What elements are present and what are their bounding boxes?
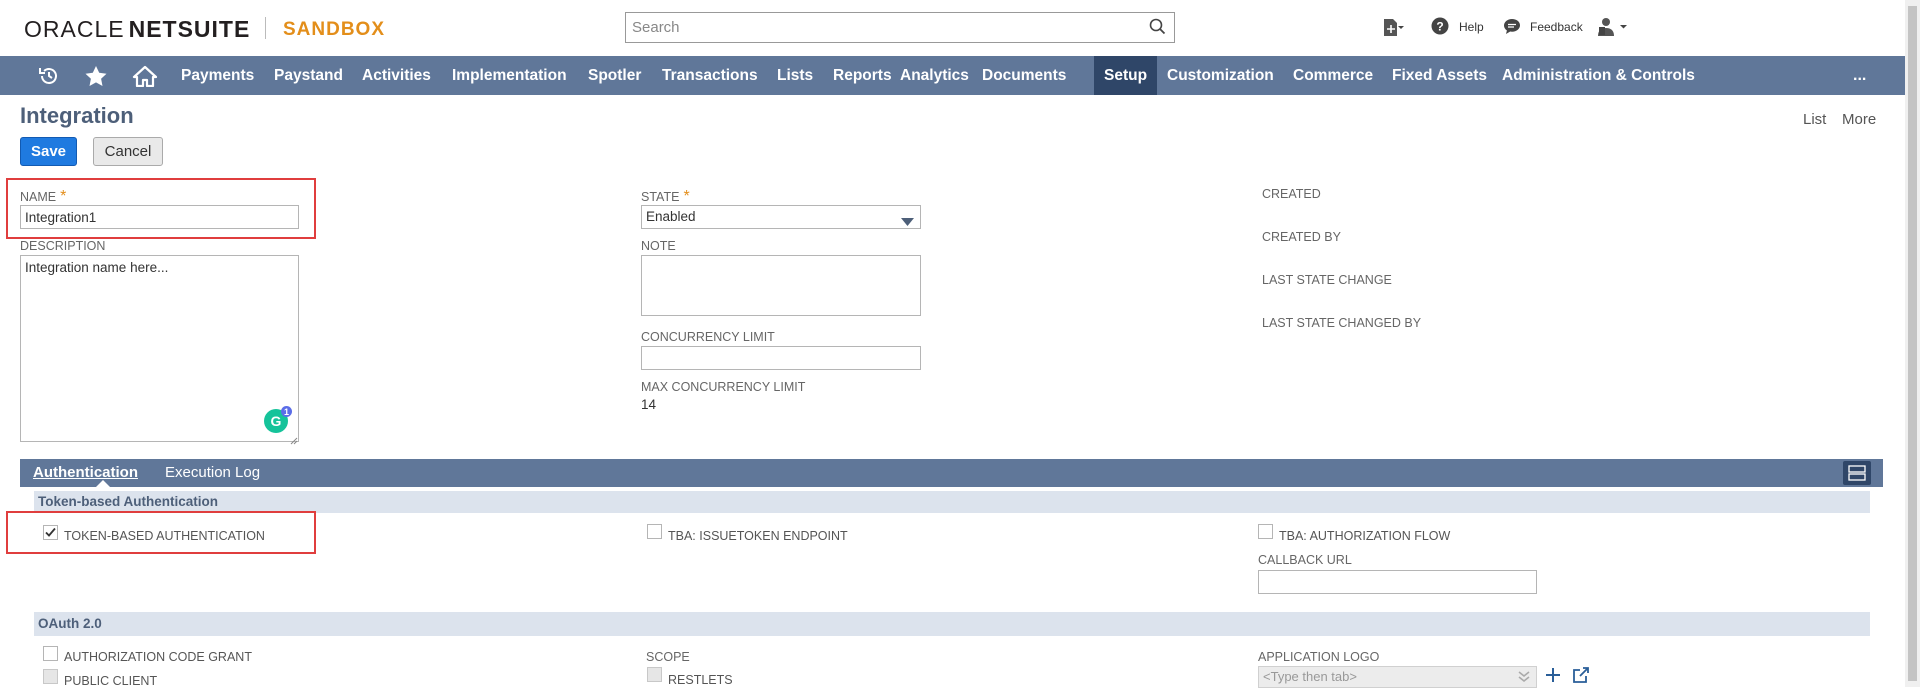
nav-item-lists[interactable]: Lists (767, 56, 823, 95)
tab-execution-log[interactable]: Execution Log (165, 464, 260, 481)
netsuite-logo[interactable]: ORACLE NETSUITE (24, 16, 250, 43)
tba-authorization-flow-label: TBA: AUTHORIZATION FLOW (1279, 529, 1451, 543)
double-chevron-down-icon[interactable] (1518, 670, 1530, 687)
svg-text:G: G (271, 413, 282, 429)
logo-divider (265, 17, 266, 39)
save-button[interactable]: Save (20, 137, 77, 166)
nav-more-button[interactable]: ... (1843, 56, 1876, 95)
nav-item-paystand[interactable]: Paystand (264, 56, 353, 95)
scope-label: SCOPE (646, 650, 690, 664)
authorization-code-grant-label: AUTHORIZATION CODE GRANT (64, 650, 252, 664)
restlets-label: RESTLETS (668, 673, 733, 687)
required-marker: * (683, 188, 690, 205)
name-label-text: NAME (20, 190, 57, 204)
nav-item-commerce[interactable]: Commerce (1283, 56, 1383, 95)
nav-item-payments[interactable]: Payments (171, 56, 264, 95)
concurrency-limit-label: CONCURRENCY LIMIT (641, 330, 775, 344)
top-header: ORACLENETSUITE SANDBOX ? Help Feedback (0, 0, 1920, 56)
help-link[interactable]: Help (1459, 20, 1484, 34)
home-icon[interactable] (132, 65, 158, 92)
active-tab-indicator (96, 480, 110, 487)
nav-item-implementation[interactable]: Implementation (442, 56, 577, 95)
nav-item-documents[interactable]: Documents (972, 56, 1076, 95)
recent-history-icon[interactable] (38, 65, 60, 92)
search-input[interactable] (626, 13, 1126, 41)
more-link[interactable]: More (1842, 111, 1876, 128)
nav-item-customization[interactable]: Customization (1157, 56, 1284, 95)
tba-authorization-flow-checkbox[interactable] (1258, 524, 1273, 539)
nav-item-analytics[interactable]: Analytics (890, 56, 979, 95)
description-text: Integration name here... (25, 260, 169, 275)
user-roles-icon[interactable] (1595, 16, 1629, 43)
feedback-link[interactable]: Feedback (1530, 20, 1583, 34)
note-textarea[interactable] (641, 255, 921, 316)
grammarly-badge-count: 1 (284, 407, 289, 417)
subtab-bar: Authentication Execution Log (20, 459, 1883, 487)
vertical-scrollbar[interactable] (1905, 0, 1920, 687)
list-link[interactable]: List (1803, 111, 1826, 128)
tba-checkbox[interactable] (43, 525, 58, 540)
layout-toggle-icon[interactable] (1843, 461, 1871, 490)
created-label: CREATED (1262, 187, 1321, 201)
callback-url-label: CALLBACK URL (1258, 553, 1352, 567)
grammarly-icon[interactable]: G1 (263, 406, 293, 439)
restlets-checkbox[interactable] (647, 667, 662, 682)
logo-oracle-text: ORACLE (24, 16, 125, 42)
logo-netsuite-text: NETSUITE (128, 16, 251, 42)
page-title: Integration (20, 103, 134, 128)
global-search[interactable] (625, 12, 1175, 43)
tba-issuetoken-label: TBA: ISSUETOKEN ENDPOINT (668, 529, 848, 543)
authorization-code-grant-checkbox[interactable] (43, 646, 58, 661)
last-state-changed-by-label: LAST STATE CHANGED BY (1262, 316, 1422, 330)
max-concurrency-limit-label: MAX CONCURRENCY LIMIT (641, 380, 806, 394)
cancel-button[interactable]: Cancel (93, 137, 163, 166)
description-label: DESCRIPTION (20, 239, 106, 253)
recent-records-icon[interactable] (1381, 17, 1405, 44)
nav-item-fixed-assets[interactable]: Fixed Assets (1382, 56, 1497, 95)
state-select[interactable]: Enabled (641, 205, 921, 229)
oauth-section-header: OAuth 2.0 (34, 612, 1870, 636)
name-label: NAME * (20, 188, 66, 206)
environment-label: SANDBOX (283, 19, 386, 40)
max-concurrency-limit-value: 14 (641, 397, 657, 412)
note-label: NOTE (641, 239, 676, 253)
resize-handle-icon[interactable] (290, 432, 298, 450)
callback-url-input[interactable] (1258, 570, 1537, 594)
nav-item-setup[interactable]: Setup (1094, 56, 1158, 95)
tba-section-header: Token-based Authentication (34, 491, 1870, 513)
tba-checkbox-label: TOKEN-BASED AUTHENTICATION (64, 529, 265, 543)
application-logo-label: APPLICATION LOGO (1258, 650, 1380, 664)
main-navigation: Payments Paystand Activities Implementation… (0, 56, 1905, 95)
tba-issuetoken-checkbox[interactable] (647, 524, 662, 539)
name-input[interactable] (20, 205, 299, 229)
nav-item-activities[interactable]: Activities (352, 56, 441, 95)
created-by-label: CREATED BY (1262, 230, 1341, 244)
open-external-icon[interactable] (1572, 666, 1590, 689)
nav-item-transactions[interactable]: Transactions (652, 56, 768, 95)
public-client-label: PUBLIC CLIENT (64, 674, 158, 688)
favorites-star-icon[interactable] (84, 65, 108, 92)
search-icon[interactable] (1149, 18, 1166, 40)
required-marker: * (60, 188, 67, 205)
checkmark-icon (45, 527, 56, 537)
svg-text:?: ? (1436, 20, 1443, 34)
public-client-checkbox[interactable] (43, 669, 58, 684)
feedback-icon[interactable] (1503, 18, 1521, 40)
description-textarea[interactable]: Integration name here... (20, 255, 299, 442)
add-new-icon[interactable] (1545, 667, 1561, 688)
state-selected-value: Enabled (646, 209, 696, 224)
state-label: STATE * (641, 188, 690, 206)
state-label-text: STATE (641, 190, 680, 204)
scrollbar-thumb[interactable] (1908, 6, 1917, 681)
chevron-down-icon[interactable] (901, 214, 914, 229)
concurrency-limit-input[interactable] (641, 346, 921, 370)
last-state-change-label: LAST STATE CHANGE (1262, 273, 1392, 287)
nav-item-spotler[interactable]: Spotler (578, 56, 651, 95)
application-logo-select[interactable]: <Type then tab> (1258, 666, 1537, 688)
tab-authentication[interactable]: Authentication (33, 464, 138, 481)
application-logo-placeholder: <Type then tab> (1263, 669, 1357, 684)
nav-item-administration-controls[interactable]: Administration & Controls (1492, 56, 1705, 95)
help-icon[interactable]: ? (1431, 17, 1449, 40)
